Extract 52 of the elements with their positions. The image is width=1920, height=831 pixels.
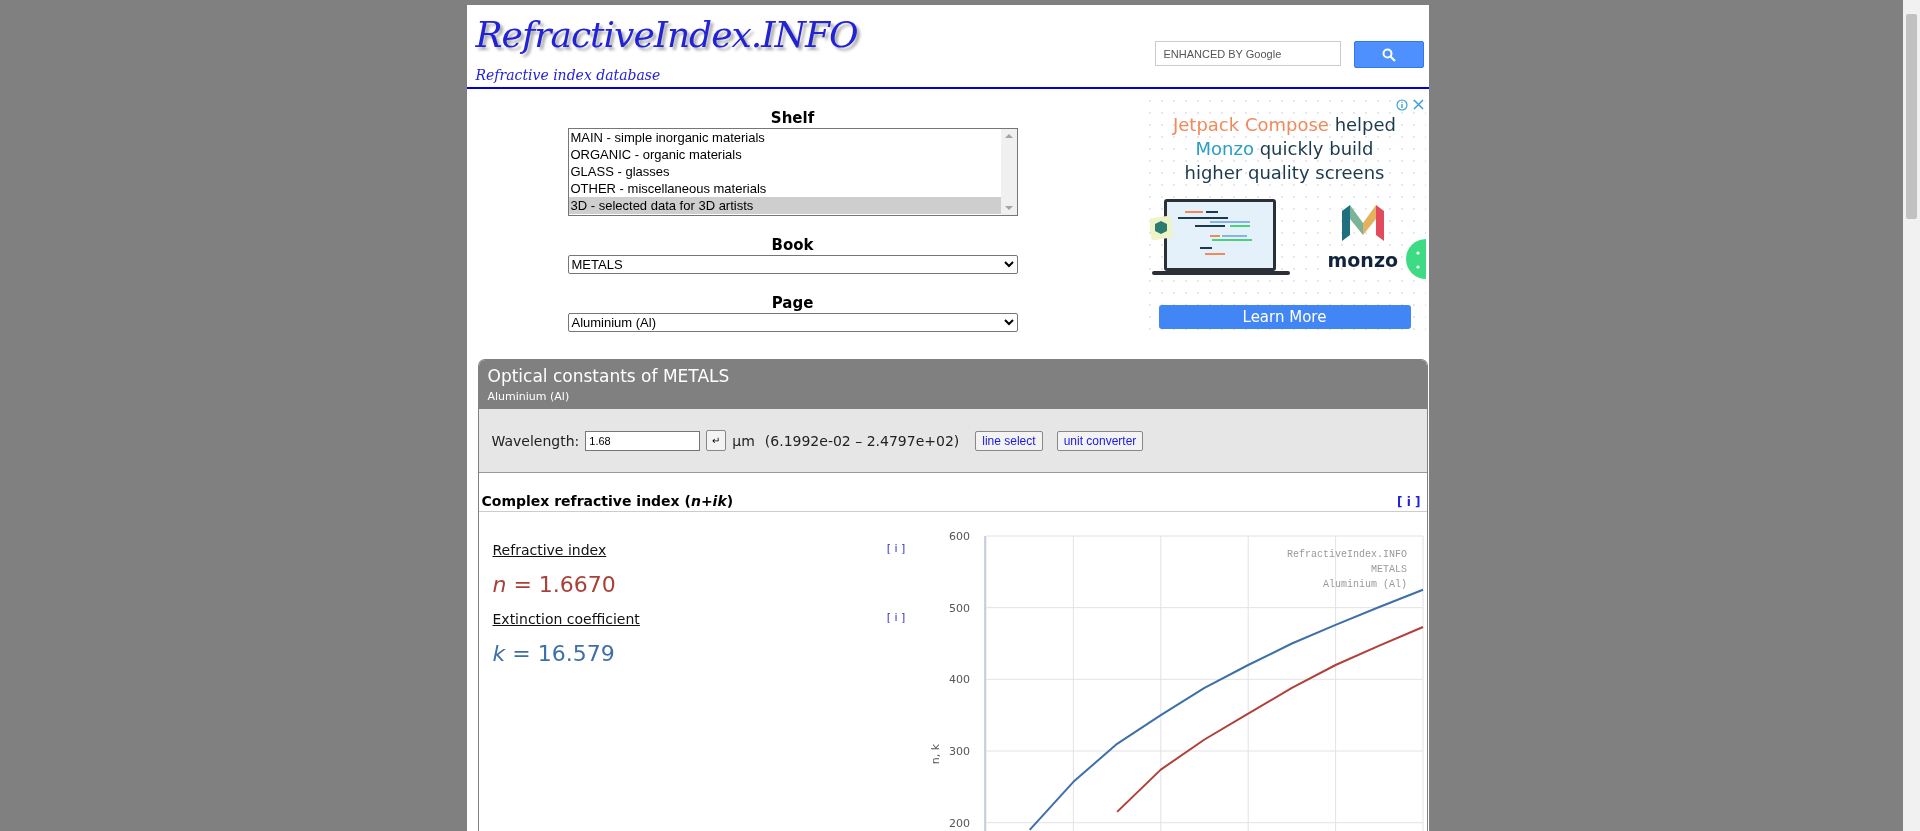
scrollbar[interactable] [1000, 129, 1017, 215]
page-dropdown[interactable]: Aluminium (Al) [567, 313, 1018, 332]
enter-button[interactable]: ↵ [706, 430, 727, 451]
tick-label: 500 [949, 601, 971, 615]
shelf-option[interactable]: OTHER - miscellaneous materials [568, 180, 1001, 197]
site-title[interactable]: RefractiveIndex.INFO [475, 13, 858, 57]
shelf-listbox[interactable]: MAIN - simple inorganic materials ORGANIC - organic materials GLASS - glasses OTHER - miscellaneous materials 3D - selected data for 3D artists [567, 128, 1018, 216]
quantity-value: k = 16.579 [492, 641, 616, 666]
scrollbar[interactable] [1903, 0, 1920, 831]
caret-icon [1003, 319, 1014, 326]
quantity-value: n = 1.6670 [492, 572, 617, 597]
tick-label: 600 [949, 530, 971, 543]
close-icon[interactable] [1412, 99, 1424, 110]
tick-label: 400 [949, 673, 971, 687]
android-icon [1405, 239, 1426, 279]
toolbar-button[interactable]: line select [975, 430, 1043, 451]
shelf-option[interactable]: ORGANIC - organic materials [568, 146, 1001, 163]
axis-label: n, k [929, 743, 943, 765]
search-icon [1381, 47, 1396, 62]
section-title: Complex refractive index (n+ik) [481, 493, 734, 509]
site-subtitle: Refractive index database [475, 67, 662, 83]
quantity-link[interactable]: Extinction coefficient [492, 611, 640, 627]
learn-more-button[interactable]: Learn More [1158, 305, 1411, 329]
chart-annotation: RefractiveIndex.INFO [1287, 549, 1408, 560]
caret-icon [1003, 261, 1014, 268]
search-button[interactable] [1353, 41, 1424, 68]
toolbar-button[interactable]: unit converter [1056, 430, 1144, 451]
wavelength-field[interactable]: 1.68 [585, 430, 701, 451]
wavelength-label: Wavelength: [491, 432, 580, 449]
wavelength-range: (6.1992e-02 – 2.4797e+02) [764, 432, 960, 449]
book-dropdown[interactable]: METALS [567, 255, 1018, 274]
page-label: Page [770, 294, 815, 312]
tick-label: 200 [949, 816, 971, 830]
unit-label: µm [732, 432, 755, 449]
shelf-option[interactable]: 3D - selected data for 3D artists [568, 197, 1001, 214]
chart-annotation: Aluminium (Al) [1323, 579, 1408, 590]
book-label: Book [770, 236, 815, 254]
brand-name: monzo [1327, 249, 1398, 271]
quantity-link[interactable]: Refractive index [492, 542, 607, 558]
search-field[interactable]: ENHANCED BY Google [1154, 41, 1341, 66]
shelf-label: Shelf [769, 109, 816, 127]
info-link[interactable]: [ i ] [886, 542, 906, 558]
shelf-option[interactable]: GLASS - glasses [568, 163, 1001, 180]
panel-title: Optical constants of METALS [487, 365, 731, 388]
ad-headline: Jetpack Compose helped Monzo quickly build higher quality screens [1171, 113, 1398, 185]
panel-subtitle: Aluminium (Al) [487, 389, 571, 405]
info-link[interactable]: [ i ] [886, 611, 906, 627]
info-icon[interactable] [1395, 99, 1408, 111]
info-link[interactable]: [ i ] [1397, 495, 1421, 509]
chart-annotation: METALS [1371, 564, 1408, 575]
shelf-option[interactable]: MAIN - simple inorganic materials [568, 129, 1001, 146]
tick-label: 300 [949, 745, 971, 758]
